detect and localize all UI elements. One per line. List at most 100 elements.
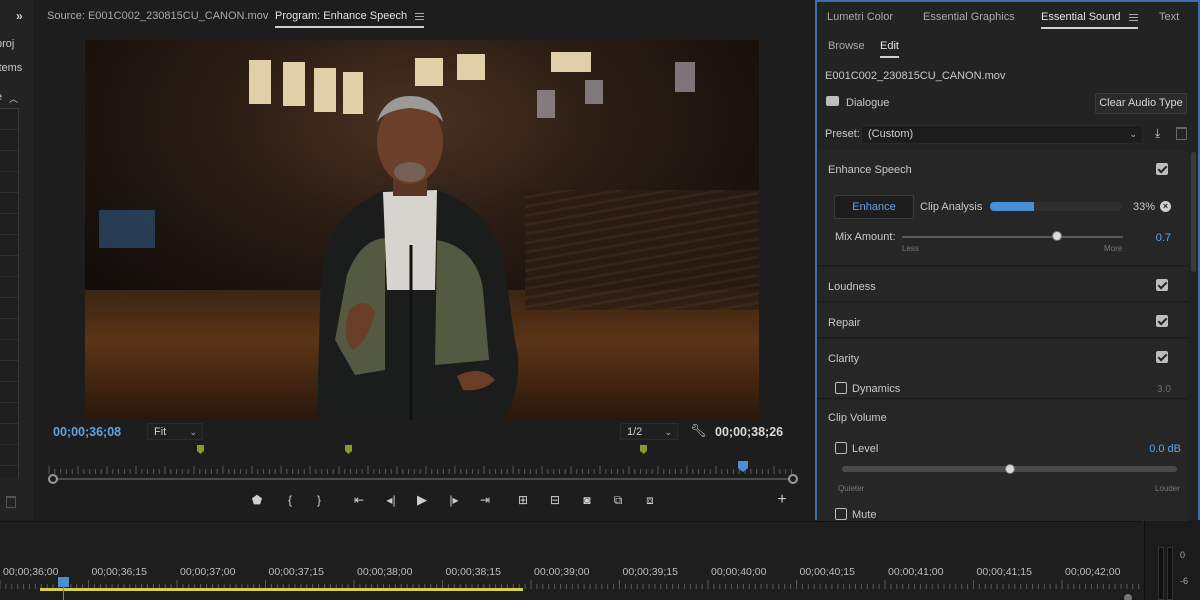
subtab-edit[interactable]: Edit bbox=[880, 40, 899, 58]
dialogue-speech-bubble-icon bbox=[826, 96, 839, 106]
step-forward-button[interactable]: |▸ bbox=[445, 491, 463, 509]
enhance-speech-checkbox[interactable] bbox=[1156, 163, 1168, 175]
comparison-view-button[interactable]: ⧉ bbox=[609, 491, 627, 509]
mix-amount-value[interactable]: 0.7 bbox=[1135, 232, 1171, 244]
timeline-label: 00;00;40;00 bbox=[711, 566, 767, 578]
section-clarity: Clarity Dynamics 3.0 bbox=[817, 339, 1188, 399]
timeline-label: 00;00;38;00 bbox=[357, 566, 413, 578]
wrench-settings-icon[interactable]: 🔧︎ bbox=[690, 423, 707, 439]
clip-analysis-percent: 33% bbox=[1133, 201, 1156, 213]
section-loudness[interactable]: Loudness bbox=[817, 267, 1188, 302]
panel-menu-icon[interactable] bbox=[1128, 13, 1138, 21]
expand-panels-icon[interactable]: » bbox=[16, 9, 23, 23]
video-frame[interactable] bbox=[85, 40, 759, 420]
mix-less-label: Less bbox=[902, 244, 919, 253]
panel-scrollbar[interactable] bbox=[1191, 152, 1196, 272]
step-back-button[interactable]: ◂| bbox=[382, 491, 400, 509]
mark-in-button[interactable]: { bbox=[281, 491, 299, 509]
sort-chevron-up-icon[interactable]: ︿ bbox=[9, 92, 18, 105]
clip-volume-title: Clip Volume bbox=[828, 412, 887, 424]
go-to-in-button[interactable]: ⇤ bbox=[350, 491, 368, 509]
panel-menu-icon[interactable] bbox=[415, 12, 425, 20]
marker[interactable] bbox=[197, 445, 204, 454]
duration-timecode: 00;00;38;26 bbox=[715, 425, 784, 439]
mark-out-button[interactable]: } bbox=[310, 491, 328, 509]
marker[interactable] bbox=[640, 445, 647, 454]
speaker-figure bbox=[317, 96, 519, 420]
timeline-playhead-line bbox=[63, 587, 64, 600]
items-label: items bbox=[0, 62, 23, 74]
monitor-tabbar: Source: E001C002_230815CU_CANON.mov Prog… bbox=[35, 0, 813, 32]
timeline-zoom-handle[interactable] bbox=[1124, 594, 1132, 600]
multicam-button[interactable]: ⧈ bbox=[641, 491, 659, 509]
timeline-label: 00;00;36;15 bbox=[91, 566, 147, 578]
mute-checkbox[interactable] bbox=[835, 508, 847, 520]
timeline-label: 00;00;39;15 bbox=[622, 566, 678, 578]
level-value[interactable]: 0.0 dB bbox=[1117, 443, 1181, 455]
louder-label: Louder bbox=[1155, 484, 1180, 493]
clear-audio-type-button[interactable]: Clear Audio Type bbox=[1095, 93, 1187, 114]
save-preset-download-icon[interactable]: ⤓ bbox=[1155, 126, 1160, 141]
project-label: proj bbox=[0, 38, 15, 50]
repair-checkbox[interactable] bbox=[1156, 315, 1168, 327]
timeline-label: 00;00;39;00 bbox=[534, 566, 590, 578]
clarity-checkbox[interactable] bbox=[1156, 351, 1168, 363]
tab-program[interactable]: Program: Enhance Speech bbox=[275, 10, 425, 28]
dynamics-checkbox[interactable] bbox=[835, 382, 847, 394]
tab-text[interactable]: Text bbox=[1159, 11, 1179, 23]
scrub-out-handle[interactable] bbox=[788, 474, 798, 484]
mix-amount-slider[interactable] bbox=[902, 236, 1123, 238]
export-frame-camera-icon[interactable]: ◙ bbox=[578, 491, 596, 509]
extract-button[interactable]: ⊟ bbox=[546, 491, 564, 509]
mix-amount-knob[interactable] bbox=[1051, 231, 1062, 241]
go-to-out-button[interactable]: ⇥ bbox=[476, 491, 494, 509]
monitor-time-ruler[interactable] bbox=[47, 466, 793, 474]
tab-essential-graphics[interactable]: Essential Graphics bbox=[923, 11, 1015, 23]
clip-analysis-progress-fill bbox=[990, 202, 1034, 211]
timeline-label: 00;00;38;15 bbox=[445, 566, 501, 578]
sort-column-label[interactable]: e bbox=[0, 91, 2, 103]
current-timecode[interactable]: 00;00;36;08 bbox=[53, 425, 121, 439]
project-panel: » proj items e ︿ bbox=[0, 0, 33, 520]
clip-name: E001C002_230815CU_CANON.mov bbox=[825, 70, 1006, 82]
section-repair[interactable]: Repair bbox=[817, 303, 1188, 338]
level-knob[interactable] bbox=[1004, 464, 1015, 474]
enhance-button[interactable]: Enhance bbox=[834, 195, 914, 219]
meter-label-0: 0 bbox=[1180, 550, 1186, 560]
timeline-label: 00;00;36;00 bbox=[3, 566, 59, 578]
preset-dropdown[interactable]: (Custom) ⌄ bbox=[861, 125, 1143, 144]
add-button[interactable]: + bbox=[773, 491, 791, 509]
mix-amount-label: Mix Amount: bbox=[835, 231, 896, 243]
delete-preset-trash-icon[interactable] bbox=[1176, 127, 1187, 140]
project-list[interactable] bbox=[0, 108, 19, 478]
play-button[interactable]: ▶ bbox=[413, 491, 431, 509]
lift-button[interactable]: ⊞ bbox=[514, 491, 532, 509]
tab-essential-sound[interactable]: Essential Sound bbox=[1041, 11, 1138, 29]
tab-lumetri-color[interactable]: Lumetri Color bbox=[827, 11, 893, 23]
loudness-checkbox[interactable] bbox=[1156, 279, 1168, 291]
subtab-browse[interactable]: Browse bbox=[828, 40, 865, 52]
cancel-analysis-icon[interactable]: × bbox=[1160, 201, 1171, 212]
essential-sound-panel: Lumetri Color Essential Graphics Essenti… bbox=[815, 0, 1200, 522]
chevron-down-icon: ⌄ bbox=[189, 427, 197, 437]
enhance-speech-title: Enhance Speech bbox=[828, 164, 912, 176]
zoom-dropdown[interactable]: Fit ⌄ bbox=[147, 423, 203, 440]
timeline-playhead[interactable] bbox=[58, 577, 69, 587]
timeline-label: 00;00;37;15 bbox=[268, 566, 324, 578]
meter-bar-right bbox=[1167, 547, 1173, 600]
mute-label: Mute bbox=[852, 509, 877, 521]
trash-icon[interactable] bbox=[6, 496, 16, 508]
scrub-in-handle[interactable] bbox=[48, 474, 58, 484]
clarity-title: Clarity bbox=[828, 353, 860, 365]
marker[interactable] bbox=[345, 445, 352, 454]
scrub-bar[interactable] bbox=[53, 478, 793, 480]
timeline-panel[interactable]: 00;00;36;00 00;00;36;15 00;00;37;00 00;00;3… bbox=[0, 521, 1142, 600]
tab-source[interactable]: Source: E001C002_230815CU_CANON.mov bbox=[47, 10, 268, 22]
work-area-bar[interactable] bbox=[40, 588, 523, 591]
timeline-label: 00;00;41;00 bbox=[888, 566, 944, 578]
zoom-value: Fit bbox=[154, 426, 167, 438]
clip-analysis-label: Clip Analysis bbox=[920, 201, 983, 213]
resolution-dropdown[interactable]: 1/2 ⌄ bbox=[620, 423, 678, 440]
level-checkbox[interactable] bbox=[835, 442, 847, 454]
add-marker-button[interactable]: ⬟ bbox=[248, 491, 266, 509]
